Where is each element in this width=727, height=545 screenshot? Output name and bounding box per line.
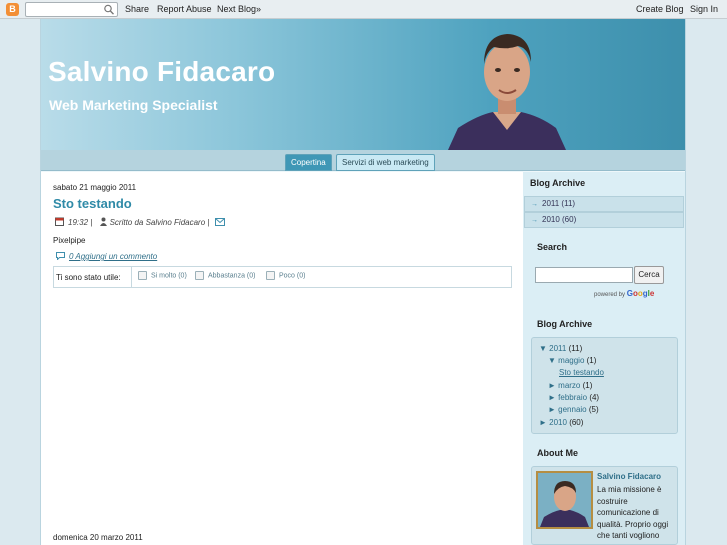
blog-description: Web Marketing Specialist <box>49 97 218 113</box>
archive-month-marzo[interactable]: ► marzo (1) <box>548 381 592 390</box>
main-content <box>41 172 523 545</box>
archive-title: Blog Archive <box>537 319 593 329</box>
triangle-right-icon[interactable]: ► <box>548 393 556 402</box>
comment-icon <box>56 252 65 261</box>
reaction-poco[interactable]: Poco (0) <box>266 271 305 280</box>
archive-count: (5) <box>588 405 599 414</box>
tab-servizi-web-marketing[interactable]: Servizi di web marketing <box>336 154 435 171</box>
blog-title[interactable]: Salvino Fidacaro <box>48 56 275 88</box>
arrow-right-icon: → <box>531 217 538 224</box>
about-photo[interactable] <box>536 471 593 529</box>
post-title[interactable]: Sto testando <box>53 196 132 211</box>
powered-by-label: powered by <box>594 292 626 298</box>
archive-month-gennaio[interactable]: ► gennaio (5) <box>548 405 599 414</box>
search-button[interactable]: Cerca <box>634 266 664 284</box>
triangle-down-icon[interactable]: ▼ <box>548 356 556 365</box>
archive-month-label[interactable]: maggio <box>558 356 584 365</box>
post-time[interactable]: 19:32 | <box>68 218 92 227</box>
archive-post-label[interactable]: Sto testando <box>559 368 604 377</box>
reactions-label: Ti sono stato utile: <box>56 273 121 282</box>
archive-year-label[interactable]: 2010 <box>549 418 567 427</box>
archive-top-label[interactable]: 2010 (60) <box>542 215 576 224</box>
navbar: B Share Report Abuse Next Blog» Create B… <box>0 0 727 19</box>
reaction-label: Poco (0) <box>279 272 306 280</box>
tab-copertina[interactable]: Copertina <box>285 154 332 171</box>
reaction-label: Abbastanza (0) <box>208 272 256 280</box>
reaction-si-molto[interactable]: Si molto (0) <box>138 271 187 280</box>
archive-count: (4) <box>589 393 600 402</box>
archive-top-title: Blog Archive <box>530 178 586 188</box>
archive-month-label[interactable]: gennaio <box>558 405 586 414</box>
post-meta: 19:32 | Scritto da Salvino Fidacaro | <box>55 217 225 227</box>
triangle-right-icon[interactable]: ► <box>548 405 556 414</box>
archive-year-2010[interactable]: ► 2010 (60) <box>539 418 583 427</box>
reaction-abbastanza[interactable]: Abbastanza (0) <box>195 271 255 280</box>
archive-month-label[interactable]: febbraio <box>558 393 587 402</box>
triangle-right-icon[interactable]: ► <box>539 418 547 427</box>
post-date-header-2: domenica 20 marzo 2011 <box>53 533 143 542</box>
author-photo <box>448 34 566 150</box>
archive-count: (11) <box>568 344 583 353</box>
search-title: Search <box>537 242 568 252</box>
email-icon[interactable] <box>214 218 225 226</box>
archive-month-maggio[interactable]: ▼ maggio (1) <box>548 356 596 365</box>
archive-count: (1) <box>586 356 597 365</box>
about-title: About Me <box>537 448 578 458</box>
blogger-logo-icon[interactable]: B <box>6 3 19 16</box>
post-body: Pixelpipe <box>53 236 86 245</box>
archive-month-label[interactable]: marzo <box>558 381 580 390</box>
create-blog-link[interactable]: Create Blog <box>636 4 684 14</box>
archive-count: (60) <box>569 418 584 427</box>
search-icon[interactable] <box>103 3 115 16</box>
comment-link-label[interactable]: 0 Aggiungi un commento <box>69 252 157 261</box>
about-text: La mia missione è costruire comunicazion… <box>597 485 669 541</box>
comment-link[interactable]: 0 Aggiungi un commento <box>56 252 157 261</box>
reactions-widget: Ti sono stato utile: Si molto (0) Abbast… <box>53 266 512 288</box>
archive-post-sto-testando[interactable]: Sto testando <box>559 368 604 377</box>
triangle-right-icon[interactable]: ► <box>548 381 556 390</box>
share-link[interactable]: Share <box>125 4 149 14</box>
post-author[interactable]: Scritto da Salvino Fidacaro | <box>110 218 210 227</box>
calendar-icon <box>55 217 64 226</box>
about-avatar[interactable] <box>538 473 591 527</box>
report-abuse-link[interactable]: Report Abuse <box>157 4 212 14</box>
reaction-checkbox[interactable] <box>266 271 275 280</box>
archive-top-2010[interactable]: → 2010 (60) <box>524 212 684 228</box>
reactions-divider <box>131 267 132 287</box>
post-date-header: sabato 21 maggio 2011 <box>53 183 137 192</box>
reaction-checkbox[interactable] <box>138 271 147 280</box>
archive-month-febbraio[interactable]: ► febbraio (4) <box>548 393 599 402</box>
powered-by-google: powered by Google <box>594 289 654 298</box>
arrow-right-icon: → <box>531 201 538 208</box>
archive-year-2011[interactable]: ▼ 2011 (11) <box>539 344 582 353</box>
author-icon <box>99 217 107 226</box>
next-blog-link[interactable]: Next Blog» <box>217 4 261 14</box>
google-logo: Google <box>626 289 655 298</box>
archive-top-2011[interactable]: → 2011 (11) <box>524 196 684 212</box>
sign-in-link[interactable]: Sign In <box>690 4 718 14</box>
reaction-label: Si molto (0) <box>151 272 187 280</box>
navbar-search-input[interactable] <box>25 2 118 17</box>
about-name[interactable]: Salvino Fidacaro <box>597 472 661 481</box>
archive-year-label[interactable]: 2011 <box>549 344 566 353</box>
archive-count: (1) <box>582 381 593 390</box>
triangle-down-icon[interactable]: ▼ <box>539 344 547 353</box>
reaction-checkbox[interactable] <box>195 271 204 280</box>
archive-top-label[interactable]: 2011 (11) <box>542 199 575 208</box>
search-input[interactable] <box>535 267 633 283</box>
